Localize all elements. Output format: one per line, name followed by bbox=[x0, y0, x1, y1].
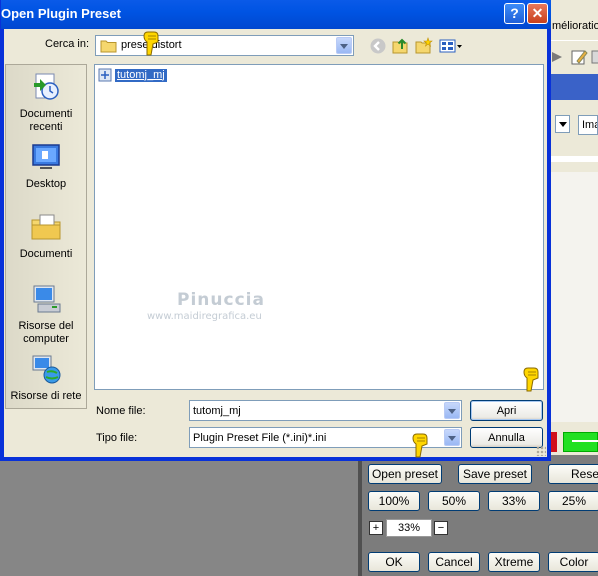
background-dropdown-arrow[interactable] bbox=[555, 115, 570, 133]
zoom-100-button[interactable]: 100% bbox=[368, 491, 420, 511]
background-header-bar bbox=[545, 74, 598, 100]
filename-dropdown-arrow[interactable] bbox=[444, 402, 460, 419]
folder-icon bbox=[100, 40, 117, 53]
file-list[interactable]: tutomj_mj Pinuccia www.maidiregrafica.eu bbox=[94, 64, 544, 390]
file-item[interactable]: tutomj_mj bbox=[98, 68, 167, 82]
cancel-button[interactable]: Cancel bbox=[428, 552, 480, 572]
zoom-value[interactable]: 33% bbox=[386, 519, 432, 537]
place-label-computer: Risorse del computer bbox=[18, 320, 74, 345]
file-item-name: tutomj_mj bbox=[115, 68, 167, 82]
dialog-border-bottom bbox=[1, 457, 551, 461]
background-input[interactable]: Ima bbox=[578, 115, 598, 135]
pointer-hand-icon bbox=[412, 433, 428, 458]
background-divider bbox=[358, 455, 362, 576]
close-button[interactable]: ✕ bbox=[527, 3, 548, 24]
zoom-50-button[interactable]: 50% bbox=[428, 491, 480, 511]
filetype-value: Plugin Preset File (*.ini)*.ini bbox=[193, 432, 327, 444]
place-my-computer[interactable]: Risorse del computer bbox=[6, 283, 86, 346]
dialog-border-right bbox=[547, 29, 551, 461]
reset-button[interactable]: Reset bbox=[548, 464, 598, 484]
dialog-title: Open Plugin Preset bbox=[1, 6, 121, 21]
zoom-33-button[interactable]: 33% bbox=[488, 491, 540, 511]
recent-documents-icon bbox=[34, 73, 59, 100]
filename-value: tutomj_mj bbox=[193, 405, 241, 417]
zoom-25-button[interactable]: 25% bbox=[548, 491, 598, 511]
color-swatch-line bbox=[572, 440, 598, 442]
tool-extra-icon[interactable] bbox=[590, 48, 598, 66]
desktop-icon bbox=[32, 144, 60, 169]
place-label-network: Risorse di rete bbox=[10, 390, 82, 402]
ok-button[interactable]: OK bbox=[368, 552, 420, 572]
documents-folder-icon bbox=[31, 214, 61, 240]
place-label-recent: Documenti recenti bbox=[19, 108, 73, 133]
filetype-dropdown-arrow[interactable] bbox=[444, 429, 460, 446]
up-folder-icon[interactable] bbox=[392, 37, 410, 55]
background-separator bbox=[545, 156, 598, 162]
cancel-dialog-button[interactable]: Annulla bbox=[470, 427, 543, 448]
filename-label: Nome file: bbox=[96, 405, 146, 417]
zoom-plus-button[interactable]: + bbox=[369, 521, 383, 535]
preset-file-icon bbox=[98, 68, 112, 82]
place-label-desktop: Desktop bbox=[25, 178, 67, 190]
save-preset-button[interactable]: Save preset bbox=[458, 464, 532, 484]
color-button[interactable]: Color bbox=[548, 552, 598, 572]
lookin-dropdown[interactable]: presetdistort bbox=[95, 35, 354, 56]
open-preset-dialog: Open Plugin Preset ? ✕ Cerca in: presetd… bbox=[0, 0, 551, 461]
edit-pencil-icon[interactable] bbox=[570, 48, 588, 66]
place-label-documents: Documenti bbox=[19, 248, 73, 260]
pointer-hand-icon bbox=[143, 31, 159, 56]
place-network[interactable]: Risorse di rete bbox=[6, 353, 86, 403]
open-button[interactable]: Apri bbox=[470, 400, 543, 421]
lookin-label: Cerca in: bbox=[45, 38, 90, 50]
back-icon[interactable] bbox=[369, 37, 387, 55]
open-preset-button[interactable]: Open preset bbox=[368, 464, 442, 484]
place-documents[interactable]: Documenti bbox=[6, 211, 86, 261]
background-window-title: mélioration bbox=[552, 20, 598, 32]
color-swatch-green[interactable] bbox=[563, 432, 598, 452]
background-preview-area bbox=[550, 172, 598, 422]
xtreme-button[interactable]: Xtreme bbox=[488, 552, 540, 572]
pointer-hand-icon bbox=[523, 367, 539, 392]
computer-icon bbox=[33, 285, 61, 313]
zoom-minus-button[interactable]: − bbox=[434, 521, 448, 535]
dialog-border-left bbox=[1, 29, 4, 461]
resize-grip[interactable] bbox=[536, 446, 546, 456]
dialog-titlebar[interactable]: Open Plugin Preset ? ✕ bbox=[1, 0, 551, 29]
filetype-label: Tipo file: bbox=[96, 432, 138, 444]
place-recent-documents[interactable]: Documenti recenti bbox=[6, 71, 86, 134]
watermark-name: Pinuccia bbox=[177, 290, 265, 310]
help-button[interactable]: ? bbox=[504, 3, 525, 24]
watermark-url: www.maidiregrafica.eu bbox=[147, 311, 262, 322]
places-bar: Documenti recenti Desktop Documenti Riso… bbox=[5, 64, 87, 409]
new-folder-icon[interactable] bbox=[415, 37, 433, 55]
view-menu-icon[interactable] bbox=[439, 37, 463, 55]
filename-input[interactable]: tutomj_mj bbox=[189, 400, 462, 421]
lookin-dropdown-arrow[interactable] bbox=[336, 37, 352, 54]
place-desktop[interactable]: Desktop bbox=[6, 141, 86, 191]
network-globe-icon bbox=[32, 355, 61, 384]
